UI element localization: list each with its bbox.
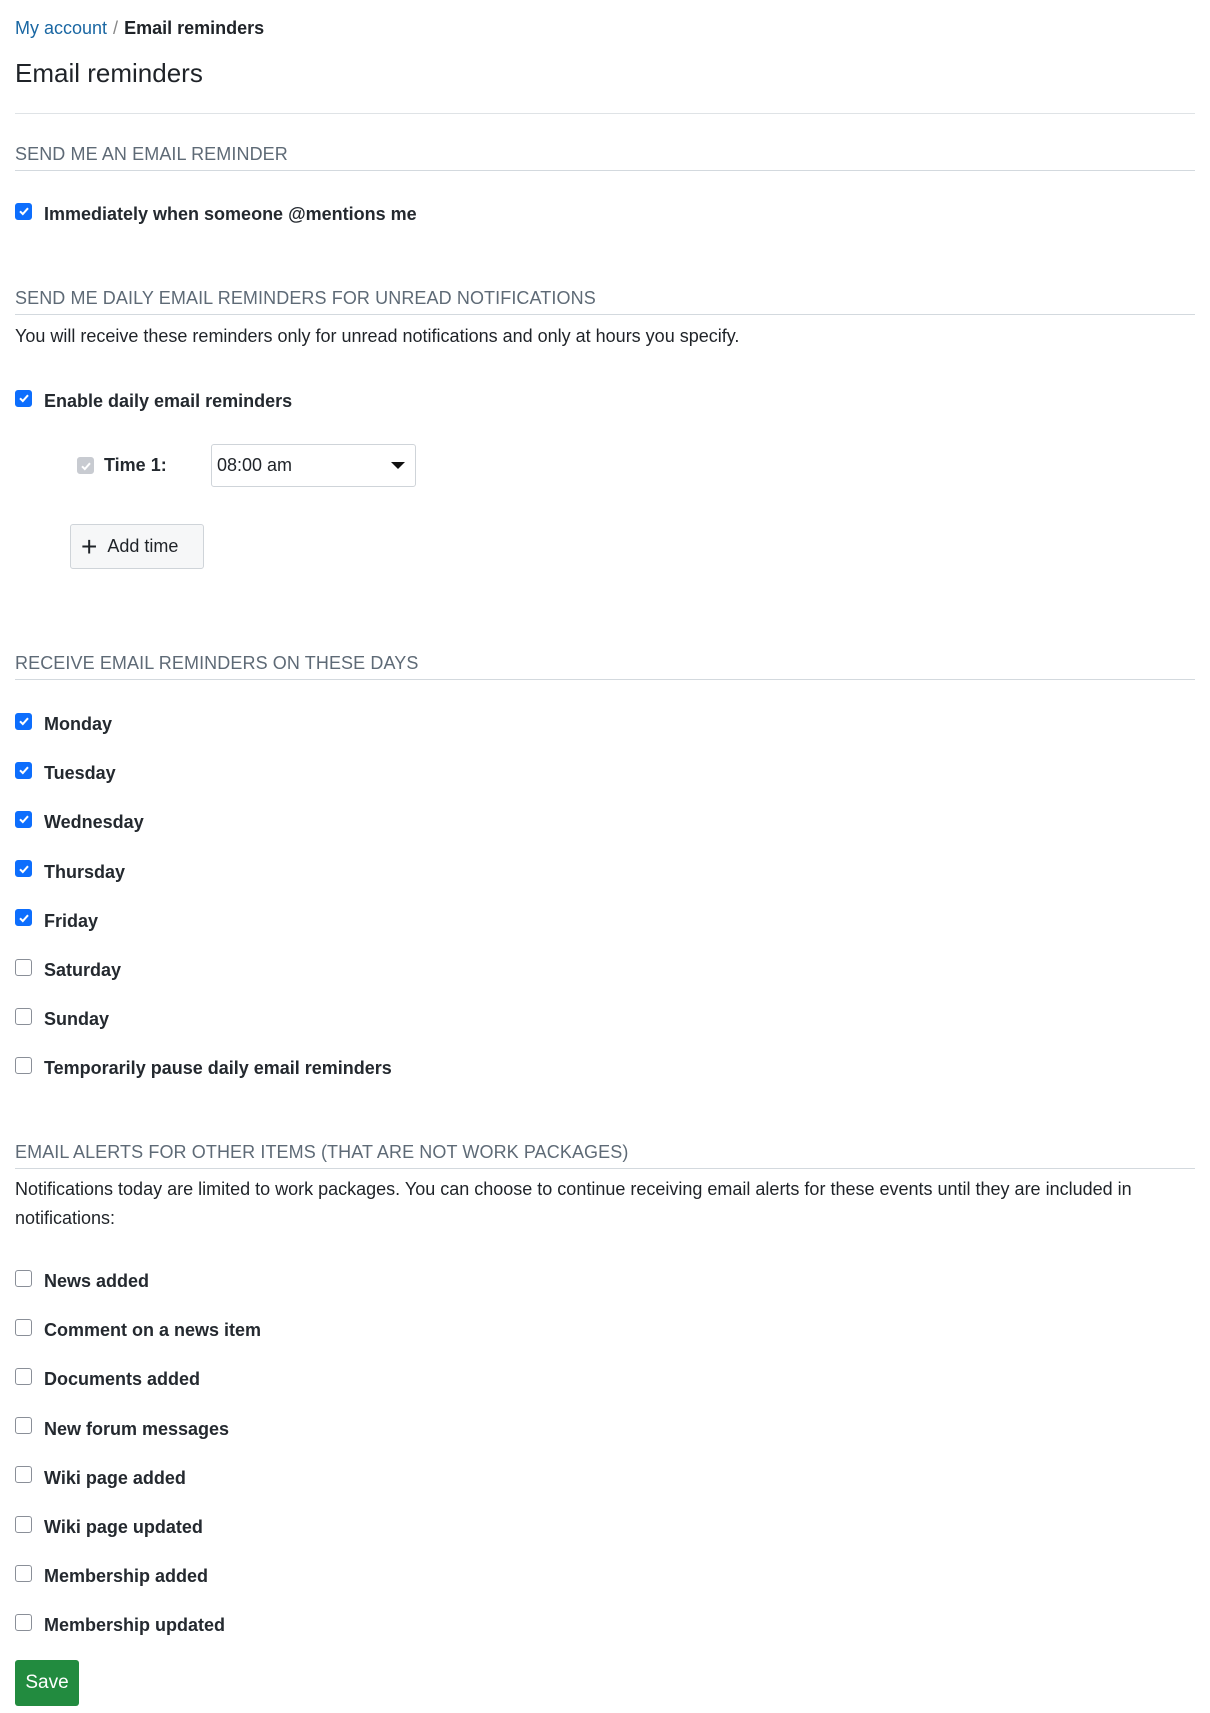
checkbox-label: Documents added bbox=[44, 1369, 201, 1390]
section-heading-days: Receive email reminders on these days bbox=[15, 651, 1195, 680]
checkbox-mentions[interactable] bbox=[15, 202, 32, 220]
checkbox-label: Membership updated bbox=[44, 1615, 226, 1636]
title-divider bbox=[15, 113, 1195, 114]
checkbox-row-news-added[interactable]: News added bbox=[15, 1268, 149, 1294]
checkbox-row-wiki-page-added[interactable]: Wiki page added bbox=[15, 1465, 186, 1491]
checkbox-label: Immediately when someone @mentions me bbox=[44, 204, 417, 224]
checkbox-label: Wednesday bbox=[44, 812, 144, 833]
checkbox-label: Wiki page updated bbox=[44, 1517, 203, 1537]
checkbox-row-wednesday[interactable]: Wednesday bbox=[15, 809, 144, 835]
checkbox-row-enable-daily[interactable]: Enable daily email reminders bbox=[15, 388, 292, 414]
breadcrumb: My account / Email reminders bbox=[15, 16, 264, 40]
checkbox-time-1 bbox=[77, 457, 94, 474]
checkbox-membership-added[interactable] bbox=[15, 1564, 32, 1582]
save-button[interactable]: Save bbox=[15, 1660, 79, 1706]
breadcrumb-my-account-link[interactable]: My account bbox=[15, 18, 107, 38]
caret-down-icon bbox=[391, 462, 405, 469]
checkbox-wednesday[interactable] bbox=[15, 810, 32, 828]
checkbox-wiki-page-updated[interactable] bbox=[15, 1515, 32, 1533]
checkbox-label: Friday bbox=[44, 910, 99, 931]
checkbox-row-tuesday[interactable]: Tuesday bbox=[15, 760, 116, 786]
checkbox-new-forum-messages[interactable] bbox=[15, 1417, 32, 1435]
checkbox-row-comment-on-a-news-item[interactable]: Comment on a news item bbox=[15, 1317, 261, 1343]
checkbox-sunday[interactable] bbox=[15, 1007, 32, 1025]
checkbox-row-new-forum-messages[interactable]: New forum messages bbox=[15, 1416, 229, 1442]
checkbox-membership-updated[interactable] bbox=[15, 1613, 32, 1631]
checkbox-row-temporarily-pause-daily-email-reminders[interactable]: Temporarily pause daily email reminders bbox=[15, 1055, 392, 1081]
checkbox-row-membership-updated[interactable]: Membership updated bbox=[15, 1612, 225, 1638]
checkbox-row-friday[interactable]: Friday bbox=[15, 908, 98, 934]
checkbox-row-saturday[interactable]: Saturday bbox=[15, 957, 121, 983]
checkbox-label: Membership added bbox=[44, 1566, 209, 1587]
checkbox-temporarily-pause-daily-email-reminders[interactable] bbox=[15, 1056, 32, 1074]
checkbox-documents-added[interactable] bbox=[15, 1367, 32, 1385]
plus-icon: + bbox=[81, 530, 98, 562]
checkbox-comment-on-a-news-item[interactable] bbox=[15, 1318, 32, 1336]
checkbox-label: Sunday bbox=[44, 1009, 110, 1030]
checkbox-label: New forum messages bbox=[44, 1418, 230, 1439]
page-title: Email reminders bbox=[15, 58, 203, 88]
checkbox-label: Temporarily pause daily email reminders bbox=[44, 1058, 392, 1079]
checkbox-label: Wiki page added bbox=[44, 1467, 186, 1488]
checkbox-thursday[interactable] bbox=[15, 860, 32, 878]
breadcrumb-current: Email reminders bbox=[124, 18, 265, 38]
time-1-select[interactable]: 08:00 am bbox=[211, 444, 416, 487]
checkbox-wiki-page-added[interactable] bbox=[15, 1466, 32, 1484]
checkbox-row-documents-added[interactable]: Documents added bbox=[15, 1366, 200, 1392]
add-time-label: Add time bbox=[107, 536, 179, 556]
checkbox-label: Saturday bbox=[44, 960, 122, 980]
checkbox-row-membership-added[interactable]: Membership added bbox=[15, 1563, 208, 1589]
checkbox-label: Enable daily email reminders bbox=[44, 391, 293, 411]
checkbox-tuesday[interactable] bbox=[15, 761, 32, 779]
time-1-value: 08:00 am bbox=[217, 455, 293, 475]
section-heading-daily: Send me daily email reminders for unread… bbox=[15, 286, 1195, 315]
checkbox-label: Tuesday bbox=[44, 763, 116, 784]
time-1-label: Time 1: bbox=[104, 455, 167, 475]
section-heading-immediate: Send me an email reminder bbox=[15, 142, 1195, 171]
checkbox-label: News added bbox=[44, 1271, 150, 1291]
checkbox-monday[interactable] bbox=[15, 712, 32, 730]
checkbox-news-added[interactable] bbox=[15, 1269, 32, 1287]
checkbox-friday[interactable] bbox=[15, 909, 32, 927]
breadcrumb-separator: / bbox=[113, 18, 119, 38]
checkbox-row-sunday[interactable]: Sunday bbox=[15, 1006, 109, 1032]
checkbox-saturday[interactable] bbox=[15, 958, 32, 976]
checkbox-label: Comment on a news item bbox=[44, 1320, 262, 1341]
checkbox-row-monday[interactable]: Monday bbox=[15, 711, 112, 737]
checkbox-label: Monday bbox=[44, 714, 113, 734]
section-heading-other: Email alerts for other items (that are n… bbox=[15, 1140, 1195, 1169]
checkbox-row-thursday[interactable]: Thursday bbox=[15, 859, 125, 885]
checkbox-enable-daily[interactable] bbox=[15, 389, 32, 407]
checkbox-label: Thursday bbox=[44, 861, 126, 882]
add-time-button[interactable]: + Add time bbox=[70, 524, 204, 569]
section-description-other: Notifications today are limited to work … bbox=[15, 1179, 1132, 1228]
checkbox-row-wiki-page-updated[interactable]: Wiki page updated bbox=[15, 1514, 203, 1540]
section-description-daily: You will receive these reminders only fo… bbox=[15, 326, 740, 346]
time-row-1: Time 1: 08:00 am bbox=[77, 444, 416, 487]
checkbox-row-mentions[interactable]: Immediately when someone @mentions me bbox=[15, 201, 417, 227]
